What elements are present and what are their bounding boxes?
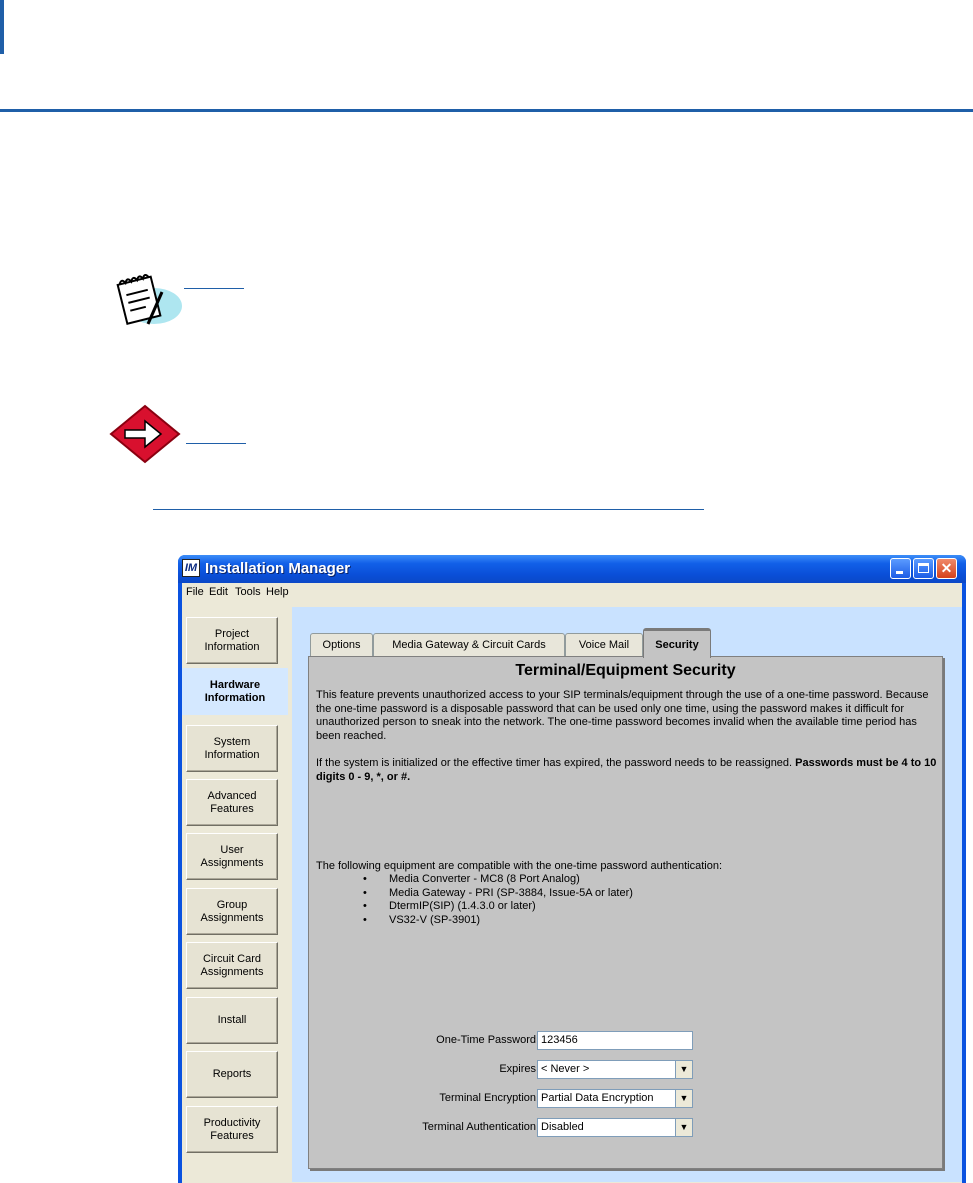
- nav-group-assignments[interactable]: Group Assignments: [186, 888, 278, 935]
- figure-caption-underline: [153, 509, 704, 510]
- menu-edit[interactable]: Edit: [209, 586, 228, 598]
- maximize-button[interactable]: [913, 558, 934, 579]
- security-panel: Terminal/Equipment Security This feature…: [308, 656, 943, 1169]
- expires-select[interactable]: < Never > ▼: [537, 1060, 693, 1079]
- terminal-encryption-select[interactable]: Partial Data Encryption ▼: [537, 1089, 693, 1108]
- feature-description: This feature prevents unauthorized acces…: [316, 689, 929, 742]
- menu-help[interactable]: Help: [266, 586, 289, 598]
- list-item: Media Converter - MC8 (8 Port Analog): [365, 873, 633, 887]
- notepad-icon: [116, 274, 182, 325]
- nav-system-information[interactable]: System Information: [186, 725, 278, 772]
- nav-reports[interactable]: Reports: [186, 1051, 278, 1098]
- header-rule: [0, 109, 973, 112]
- terminal-authentication-value: Disabled: [541, 1121, 584, 1133]
- expires-label: Expires: [499, 1063, 536, 1075]
- one-time-password-label: One-Time Password: [436, 1034, 536, 1046]
- tab-security[interactable]: Security: [643, 628, 711, 658]
- minimize-icon: [896, 571, 903, 574]
- terminal-encryption-label: Terminal Encryption: [439, 1092, 536, 1104]
- nav-user-assignments[interactable]: User Assignments: [186, 833, 278, 880]
- nav-hardware-information[interactable]: Hardware Information: [182, 668, 288, 715]
- password-note-text: If the system is initialized or the effe…: [316, 757, 796, 769]
- maximize-icon: [918, 563, 929, 573]
- close-icon: ✕: [940, 560, 953, 576]
- compatible-equipment-list: Media Converter - MC8 (8 Port Analog) Me…: [365, 873, 633, 927]
- caution-underline: [186, 443, 246, 444]
- nav-productivity-features[interactable]: Productivity Features: [186, 1106, 278, 1153]
- nav-circuit-card-assignments[interactable]: Circuit Card Assignments: [186, 942, 278, 989]
- note-underline: [184, 288, 244, 289]
- tab-voice-mail[interactable]: Voice Mail: [565, 633, 643, 656]
- menu-tools[interactable]: Tools: [235, 586, 261, 598]
- menu-bar: File Edit Tools Help: [182, 583, 962, 602]
- nav-advanced-features[interactable]: Advanced Features: [186, 779, 278, 826]
- terminal-encryption-value: Partial Data Encryption: [541, 1092, 654, 1104]
- expires-value: < Never >: [541, 1063, 590, 1075]
- installation-manager-window: IM Installation Manager ✕ File Edit Tool…: [178, 555, 966, 1183]
- page-side-bar: [0, 0, 4, 54]
- close-button[interactable]: ✕: [936, 558, 957, 579]
- menu-file[interactable]: File: [186, 586, 204, 598]
- tab-options[interactable]: Options: [310, 633, 373, 656]
- title-bar[interactable]: IM Installation Manager ✕: [178, 555, 966, 583]
- nav-install[interactable]: Install: [186, 997, 278, 1044]
- one-time-password-input[interactable]: 123456: [537, 1031, 693, 1050]
- panel-title: Terminal/Equipment Security: [515, 662, 736, 679]
- tab-media-gateway-circuit-cards[interactable]: Media Gateway & Circuit Cards: [373, 633, 565, 656]
- list-item: DtermIP(SIP) (1.4.3.0 or later): [365, 900, 633, 914]
- chevron-down-icon[interactable]: ▼: [675, 1090, 692, 1107]
- list-item: Media Gateway - PRI (SP-3884, Issue-5A o…: [365, 887, 633, 901]
- chevron-down-icon[interactable]: ▼: [675, 1061, 692, 1078]
- nav-project-information[interactable]: Project Information: [186, 617, 278, 664]
- password-reassign-note: If the system is initialized or the effe…: [316, 757, 938, 784]
- app-logo-icon: IM: [182, 559, 200, 577]
- minimize-button[interactable]: [890, 558, 911, 579]
- window-client-area: File Edit Tools Help Project Information…: [182, 583, 962, 1183]
- caution-arrow-icon: [109, 404, 181, 464]
- chevron-down-icon[interactable]: ▼: [675, 1119, 692, 1136]
- compatible-equipment-heading: The following equipment are compatible w…: [316, 860, 723, 872]
- terminal-authentication-select[interactable]: Disabled ▼: [537, 1118, 693, 1137]
- window-title: Installation Manager: [205, 560, 351, 577]
- list-item: VS32-V (SP-3901): [365, 914, 633, 928]
- terminal-authentication-label: Terminal Authentication: [422, 1121, 536, 1133]
